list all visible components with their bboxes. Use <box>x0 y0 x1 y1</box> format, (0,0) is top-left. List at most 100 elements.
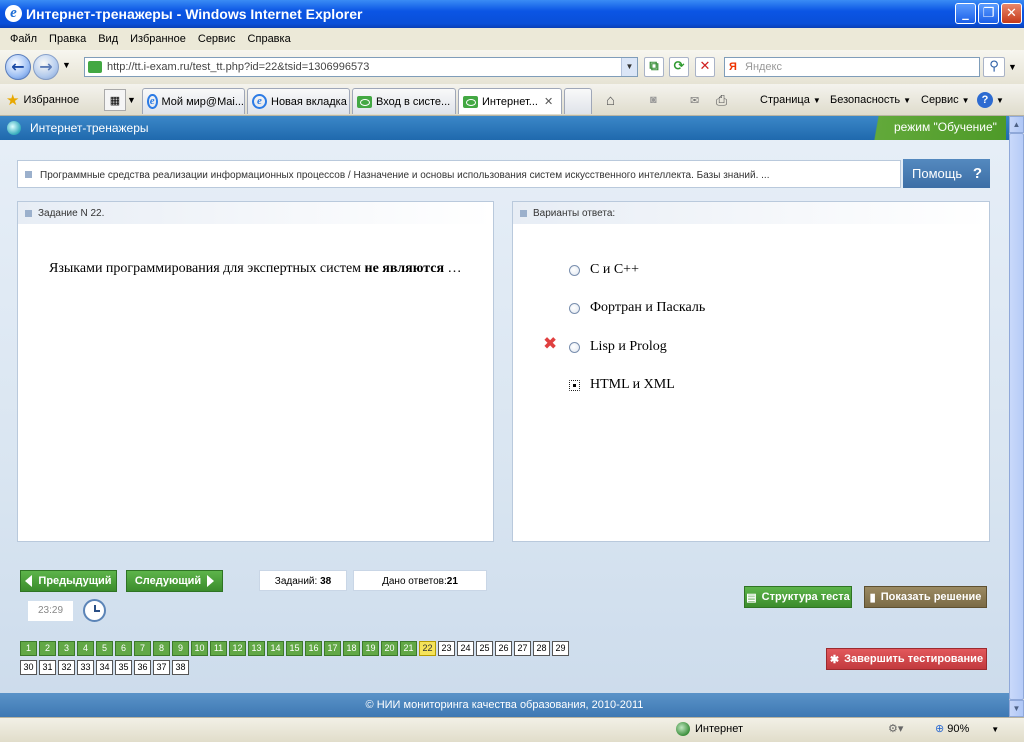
scroll-down-icon[interactable]: ▼ <box>1009 700 1024 717</box>
question-number-37[interactable]: 37 <box>153 660 170 675</box>
tasks-label: Заданий: <box>274 576 318 587</box>
quick-tabs-icon[interactable]: ▦ <box>104 89 126 111</box>
favorites-button[interactable]: ★ Избранное <box>6 88 79 112</box>
next-label: Следующий <box>134 575 202 587</box>
home-icon[interactable]: ⌂ <box>606 88 615 112</box>
menu-view[interactable]: Вид <box>92 33 124 45</box>
question-number-19[interactable]: 19 <box>362 641 379 656</box>
scroll-up-icon[interactable]: ▲ <box>1009 116 1024 133</box>
question-number-8[interactable]: 8 <box>153 641 170 656</box>
stop-icon[interactable]: ✕ <box>695 57 715 77</box>
question-number-24[interactable]: 24 <box>457 641 474 656</box>
menu-file[interactable]: Файл <box>4 33 43 45</box>
question-number-18[interactable]: 18 <box>343 641 360 656</box>
question-number-11[interactable]: 11 <box>210 641 227 656</box>
question-number-17[interactable]: 17 <box>324 641 341 656</box>
finish-test-button[interactable]: ✱ Завершить тестирование <box>826 648 987 670</box>
question-number-4[interactable]: 4 <box>77 641 94 656</box>
question-number-13[interactable]: 13 <box>248 641 265 656</box>
question-number-33[interactable]: 33 <box>77 660 94 675</box>
question-number-36[interactable]: 36 <box>134 660 151 675</box>
radio-button[interactable] <box>569 379 580 391</box>
yandex-logo-icon: Я <box>729 61 737 73</box>
help-menu[interactable]: ? ▼ <box>977 88 1004 112</box>
question-number-32[interactable]: 32 <box>58 660 75 675</box>
site-header: Интернет-тренажеры <box>0 116 1009 140</box>
question-number-34[interactable]: 34 <box>96 660 113 675</box>
question-number-31[interactable]: 31 <box>39 660 56 675</box>
tab-list-icon[interactable]: ▼ <box>127 88 136 112</box>
question-number-3[interactable]: 3 <box>58 641 75 656</box>
menu-help[interactable]: Справка <box>242 33 297 45</box>
question-number-29[interactable]: 29 <box>552 641 569 656</box>
question-number-12[interactable]: 12 <box>229 641 246 656</box>
question-number-35[interactable]: 35 <box>115 660 132 675</box>
answer-option[interactable]: C и C++ <box>569 262 639 278</box>
question-number-20[interactable]: 20 <box>381 641 398 656</box>
compat-view-icon[interactable]: ⧉ <box>644 57 664 77</box>
close-button[interactable]: ✕ <box>1001 3 1022 24</box>
history-dropdown-icon[interactable]: ▼ <box>62 60 71 70</box>
question-number-23[interactable]: 23 <box>438 641 455 656</box>
question-number-6[interactable]: 6 <box>115 641 132 656</box>
print-icon[interactable]: ⎙ <box>716 88 727 112</box>
back-arrow-icon[interactable]: ← <box>5 54 31 80</box>
mail-icon[interactable]: ✉ <box>690 88 699 112</box>
answer-label: Фортран и Паскаль <box>590 300 706 315</box>
tab-new[interactable]: e Новая вкладка <box>247 88 350 114</box>
protected-mode-icon[interactable]: ⚙▾ <box>888 722 903 735</box>
answer-option[interactable]: Lisp и Prolog <box>569 339 667 355</box>
security-menu[interactable]: Безопасность ▼ <box>830 88 911 112</box>
zoom-control[interactable]: ⊕ 90% ▼ <box>935 722 999 735</box>
question-number-15[interactable]: 15 <box>286 641 303 656</box>
question-number-10[interactable]: 10 <box>191 641 208 656</box>
radio-button[interactable] <box>569 302 580 314</box>
scroll-thumb[interactable] <box>1009 133 1024 700</box>
question-number-7[interactable]: 7 <box>134 641 151 656</box>
show-solution-button[interactable]: ▮ Показать решение <box>864 586 987 608</box>
menu-edit[interactable]: Правка <box>43 33 92 45</box>
question-number-1[interactable]: 1 <box>20 641 37 656</box>
question-number-5[interactable]: 5 <box>96 641 113 656</box>
question-number-30[interactable]: 30 <box>20 660 37 675</box>
question-number-16[interactable]: 16 <box>305 641 322 656</box>
radio-button[interactable] <box>569 264 580 276</box>
question-number-26[interactable]: 26 <box>495 641 512 656</box>
menu-tools[interactable]: Сервис <box>192 33 242 45</box>
tab-internet-active[interactable]: Интернет... ✕ <box>458 88 562 114</box>
next-button[interactable]: Следующий <box>126 570 223 592</box>
question-number-22[interactable]: 22 <box>419 641 436 656</box>
address-field[interactable]: http://tt.i-exam.ru/test_tt.php?id=22&ts… <box>84 57 638 77</box>
new-tab-button[interactable] <box>564 88 592 114</box>
prev-button[interactable]: Предыдущий <box>20 570 117 592</box>
search-options-icon[interactable]: ▼ <box>1008 62 1017 72</box>
question-number-14[interactable]: 14 <box>267 641 284 656</box>
radio-button[interactable] <box>569 341 580 353</box>
breadcrumb: Программные средства реализации информац… <box>17 160 901 188</box>
rss-feed-icon[interactable]: ◙ <box>650 88 657 112</box>
menu-favorites[interactable]: Избранное <box>124 33 192 45</box>
answer-option[interactable]: Фортран и Паскаль <box>569 300 705 316</box>
structure-button[interactable]: ▤ Структура теста <box>744 586 852 608</box>
maximize-button[interactable]: ❐ <box>978 3 999 24</box>
search-input[interactable]: Я Яндекс <box>724 57 980 77</box>
search-icon[interactable]: ⚲ <box>983 57 1005 77</box>
tab-close-icon[interactable]: ✕ <box>544 95 553 108</box>
answer-option[interactable]: HTML и XML <box>569 377 675 393</box>
help-button[interactable]: Помощь ? <box>903 159 990 188</box>
question-number-21[interactable]: 21 <box>400 641 417 656</box>
question-number-38[interactable]: 38 <box>172 660 189 675</box>
refresh-icon[interactable]: ⟳ <box>669 57 689 77</box>
tab-moy-mir[interactable]: e Мой мир@Mai... <box>142 88 245 114</box>
question-number-27[interactable]: 27 <box>514 641 531 656</box>
question-number-2[interactable]: 2 <box>39 641 56 656</box>
address-dropdown-icon[interactable]: ▼ <box>621 58 637 76</box>
tools-menu[interactable]: Сервис ▼ <box>921 88 970 112</box>
question-number-9[interactable]: 9 <box>172 641 189 656</box>
page-menu[interactable]: Страница ▼ <box>760 88 821 112</box>
minimize-button[interactable]: _ <box>955 3 976 24</box>
tab-login[interactable]: Вход в систе... <box>352 88 456 114</box>
forward-arrow-icon[interactable]: → <box>33 54 59 80</box>
question-number-25[interactable]: 25 <box>476 641 493 656</box>
question-number-28[interactable]: 28 <box>533 641 550 656</box>
